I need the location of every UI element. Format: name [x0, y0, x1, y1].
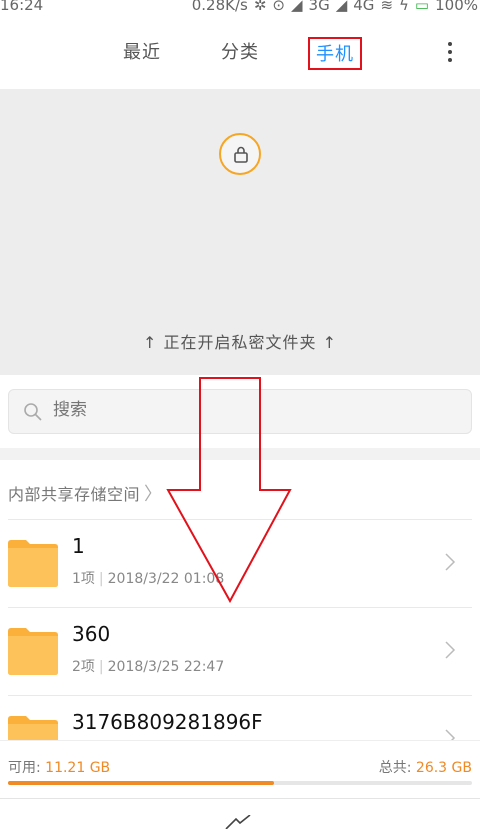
available-value: 11.21 GB [45, 760, 111, 776]
network-speed: 0.28K/s [191, 0, 248, 14]
storage-progress-fill [8, 781, 275, 785]
total-label: 总共: [378, 760, 412, 776]
signal-icon: ◢ [291, 0, 303, 14]
signal-icon: ◢ [335, 0, 348, 14]
file-date: 2018/3/25 22:47 [107, 659, 225, 675]
storage-available: 可用: 11.21 GB [8, 757, 110, 777]
tab-phone[interactable]: 手机 [308, 37, 362, 70]
chevron-right-icon [445, 553, 456, 571]
available-label: 可用: [8, 760, 41, 776]
more-menu-icon[interactable] [447, 40, 453, 66]
private-folder-hint: ↑ 正在开启私密文件夹 ↑ [143, 333, 337, 352]
file-meta: 1项 | 2018/3/22 01:08 [72, 571, 225, 587]
battery-icon: ▭ [414, 0, 430, 14]
file-count: 1项 [72, 571, 95, 587]
total-value: 26.3 GB [415, 760, 472, 776]
breadcrumb-label: 内部共享存储空间 [8, 485, 141, 504]
clean-icon[interactable] [224, 815, 252, 829]
file-name: 360 [72, 622, 111, 646]
file-meta: 2项 | 2018/3/25 22:47 [72, 659, 225, 675]
storage-summary: 可用: 11.21 GB 总共: 26.3 GB [0, 740, 480, 798]
network-4g-label: 4G [353, 0, 375, 14]
network-3g-label: 3G [308, 0, 330, 14]
breadcrumb[interactable]: 内部共享存储空间 〉 [8, 480, 163, 506]
top-tabs: 最近 分类 手机 [0, 30, 480, 78]
folder-icon [8, 540, 58, 587]
search-icon [24, 403, 42, 421]
file-name: 1 [72, 534, 85, 558]
file-date: 2018/3/22 01:08 [107, 571, 225, 587]
search-box[interactable] [8, 389, 472, 434]
file-count: 2项 [72, 659, 95, 675]
chevron-right-icon: 〉 [144, 484, 163, 505]
lock-icon [219, 133, 261, 175]
folder-icon [8, 628, 58, 675]
list-item[interactable]: 1 1项 | 2018/3/22 01:08 [0, 520, 480, 608]
tab-recent[interactable]: 最近 [123, 38, 161, 64]
storage-progress-track [8, 781, 472, 785]
section-divider [0, 448, 480, 460]
alarm-icon: ⊙ [272, 0, 285, 14]
wifi-icon: ≋ [380, 0, 394, 14]
bottom-toolbar [0, 798, 480, 829]
status-bar: 16:24 0.28K/s ✲ ⊙ ◢ 3G ◢ 4G ≋ ϟ ▭ 100% [0, 0, 480, 16]
charging-icon: ϟ [399, 0, 409, 14]
private-folder-area[interactable]: ↑ 正在开启私密文件夹 ↑ [0, 89, 480, 375]
battery-level: 100% [435, 0, 478, 14]
chevron-right-icon [445, 641, 456, 659]
bluetooth-icon: ✲ [253, 0, 267, 14]
file-name: 3176B809281896F [72, 710, 263, 734]
search-input[interactable] [53, 400, 433, 420]
list-item[interactable]: 360 2项 | 2018/3/25 22:47 [0, 608, 480, 696]
status-icons: 0.28K/s ✲ ⊙ ◢ 3G ◢ 4G ≋ ϟ ▭ 100% [192, 0, 478, 14]
storage-total: 总共: 26.3 GB [379, 757, 472, 777]
status-time: 16:24 [0, 0, 44, 14]
tab-category[interactable]: 分类 [221, 38, 259, 64]
